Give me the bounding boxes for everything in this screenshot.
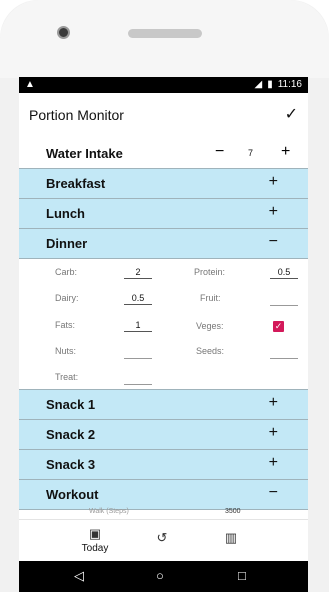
status-bar: ▲ ◢ ▮ 11:16 [19,77,308,93]
veges-checkbox[interactable]: ✓ [273,321,284,332]
treat-input[interactable] [124,372,152,385]
expand-icon[interactable]: + [269,424,278,442]
section-lunch[interactable]: Lunch + [19,199,308,229]
carb-input[interactable]: 2 [124,267,152,279]
treat-label: Treat: [55,372,79,382]
fruit-label: Fruit: [200,293,221,303]
collapse-icon[interactable]: − [269,484,278,502]
expand-icon[interactable]: + [269,454,278,472]
recents-icon[interactable]: □ [238,568,246,583]
calendar-icon: ▣ [88,526,102,541]
section-label: Snack 3 [46,457,96,472]
fats-input[interactable]: 1 [124,320,152,332]
signal-icon: ◢ [254,79,263,90]
section-snack-3[interactable]: Snack 3 + [19,450,308,480]
water-intake-row: Water Intake − 7 + [19,139,308,169]
seeds-input[interactable] [270,346,298,359]
home-icon[interactable]: ○ [156,568,164,583]
meal-list[interactable]: Water Intake − 7 + Breakfast + Lunch + D… [19,139,308,519]
protein-input[interactable]: 0.5 [270,267,298,279]
screen: ▲ ◢ ▮ 11:16 Portion Monitor ✓ Water Inta… [19,77,308,592]
status-time: 11:16 [277,79,302,90]
phone-frame: ▲ ◢ ▮ 11:16 Portion Monitor ✓ Water Inta… [0,0,329,592]
dinner-details: Carb: 2 Protein: 0.5 Dairy: 0.5 Fruit: F… [19,259,308,390]
nav-today-label: Today [81,543,109,554]
water-intake-value: 7 [248,148,254,158]
section-workout[interactable]: Workout − [19,480,308,510]
section-label: Breakfast [46,176,106,191]
section-label: Dinner [46,236,88,251]
warning-icon: ▲ [25,79,35,90]
fruit-input[interactable] [270,293,298,306]
section-label: Snack 1 [46,397,96,412]
app-bar: Portion Monitor ✓ [19,93,308,140]
protein-label: Protein: [194,267,226,277]
bar-chart-icon: ▥ [224,530,238,545]
section-snack-1[interactable]: Snack 1 + [19,390,308,420]
increment-water-button[interactable]: + [281,143,290,161]
phone-bezel-top [0,0,329,78]
section-label: Snack 2 [46,427,96,442]
check-icon[interactable]: ✓ [285,104,298,124]
earpiece-speaker [128,29,202,38]
expand-icon[interactable]: + [269,173,278,191]
expand-icon[interactable]: + [269,203,278,221]
carb-label: Carb: [55,267,78,277]
nuts-label: Nuts: [55,346,77,356]
nuts-input[interactable] [124,346,152,359]
section-snack-2[interactable]: Snack 2 + [19,420,308,450]
collapse-icon[interactable]: − [269,233,278,251]
bottom-navigation: ▣ Today ↺ ▥ [19,519,308,562]
dairy-input[interactable]: 0.5 [124,293,152,305]
back-icon[interactable]: ◁ [74,568,84,584]
seeds-label: Seeds: [196,346,225,356]
veges-label: Veges: [196,321,224,331]
walk-value[interactable]: 3500 [225,508,241,515]
section-breakfast[interactable]: Breakfast + [19,169,308,199]
nav-stats[interactable]: ▥ [206,530,256,546]
front-camera [57,26,70,39]
section-dinner[interactable]: Dinner − [19,229,308,259]
expand-icon[interactable]: + [269,394,278,412]
section-label: Lunch [46,206,85,221]
workout-details: Walk (Steps) 3500 [19,508,308,518]
battery-icon: ▮ [267,79,273,90]
dairy-label: Dairy: [55,293,79,303]
section-label: Workout [46,487,99,502]
history-icon: ↺ [156,530,168,545]
app-title: Portion Monitor [29,107,124,123]
fats-label: Fats: [55,320,76,330]
water-intake-label: Water Intake [46,146,123,161]
system-navigation-bar: ◁ ○ □ [19,561,308,592]
nav-history[interactable]: ↺ [137,530,187,546]
walk-label: Walk (Steps) [89,508,129,515]
nav-today[interactable]: ▣ Today [70,526,120,554]
decrement-water-button[interactable]: − [215,143,224,161]
